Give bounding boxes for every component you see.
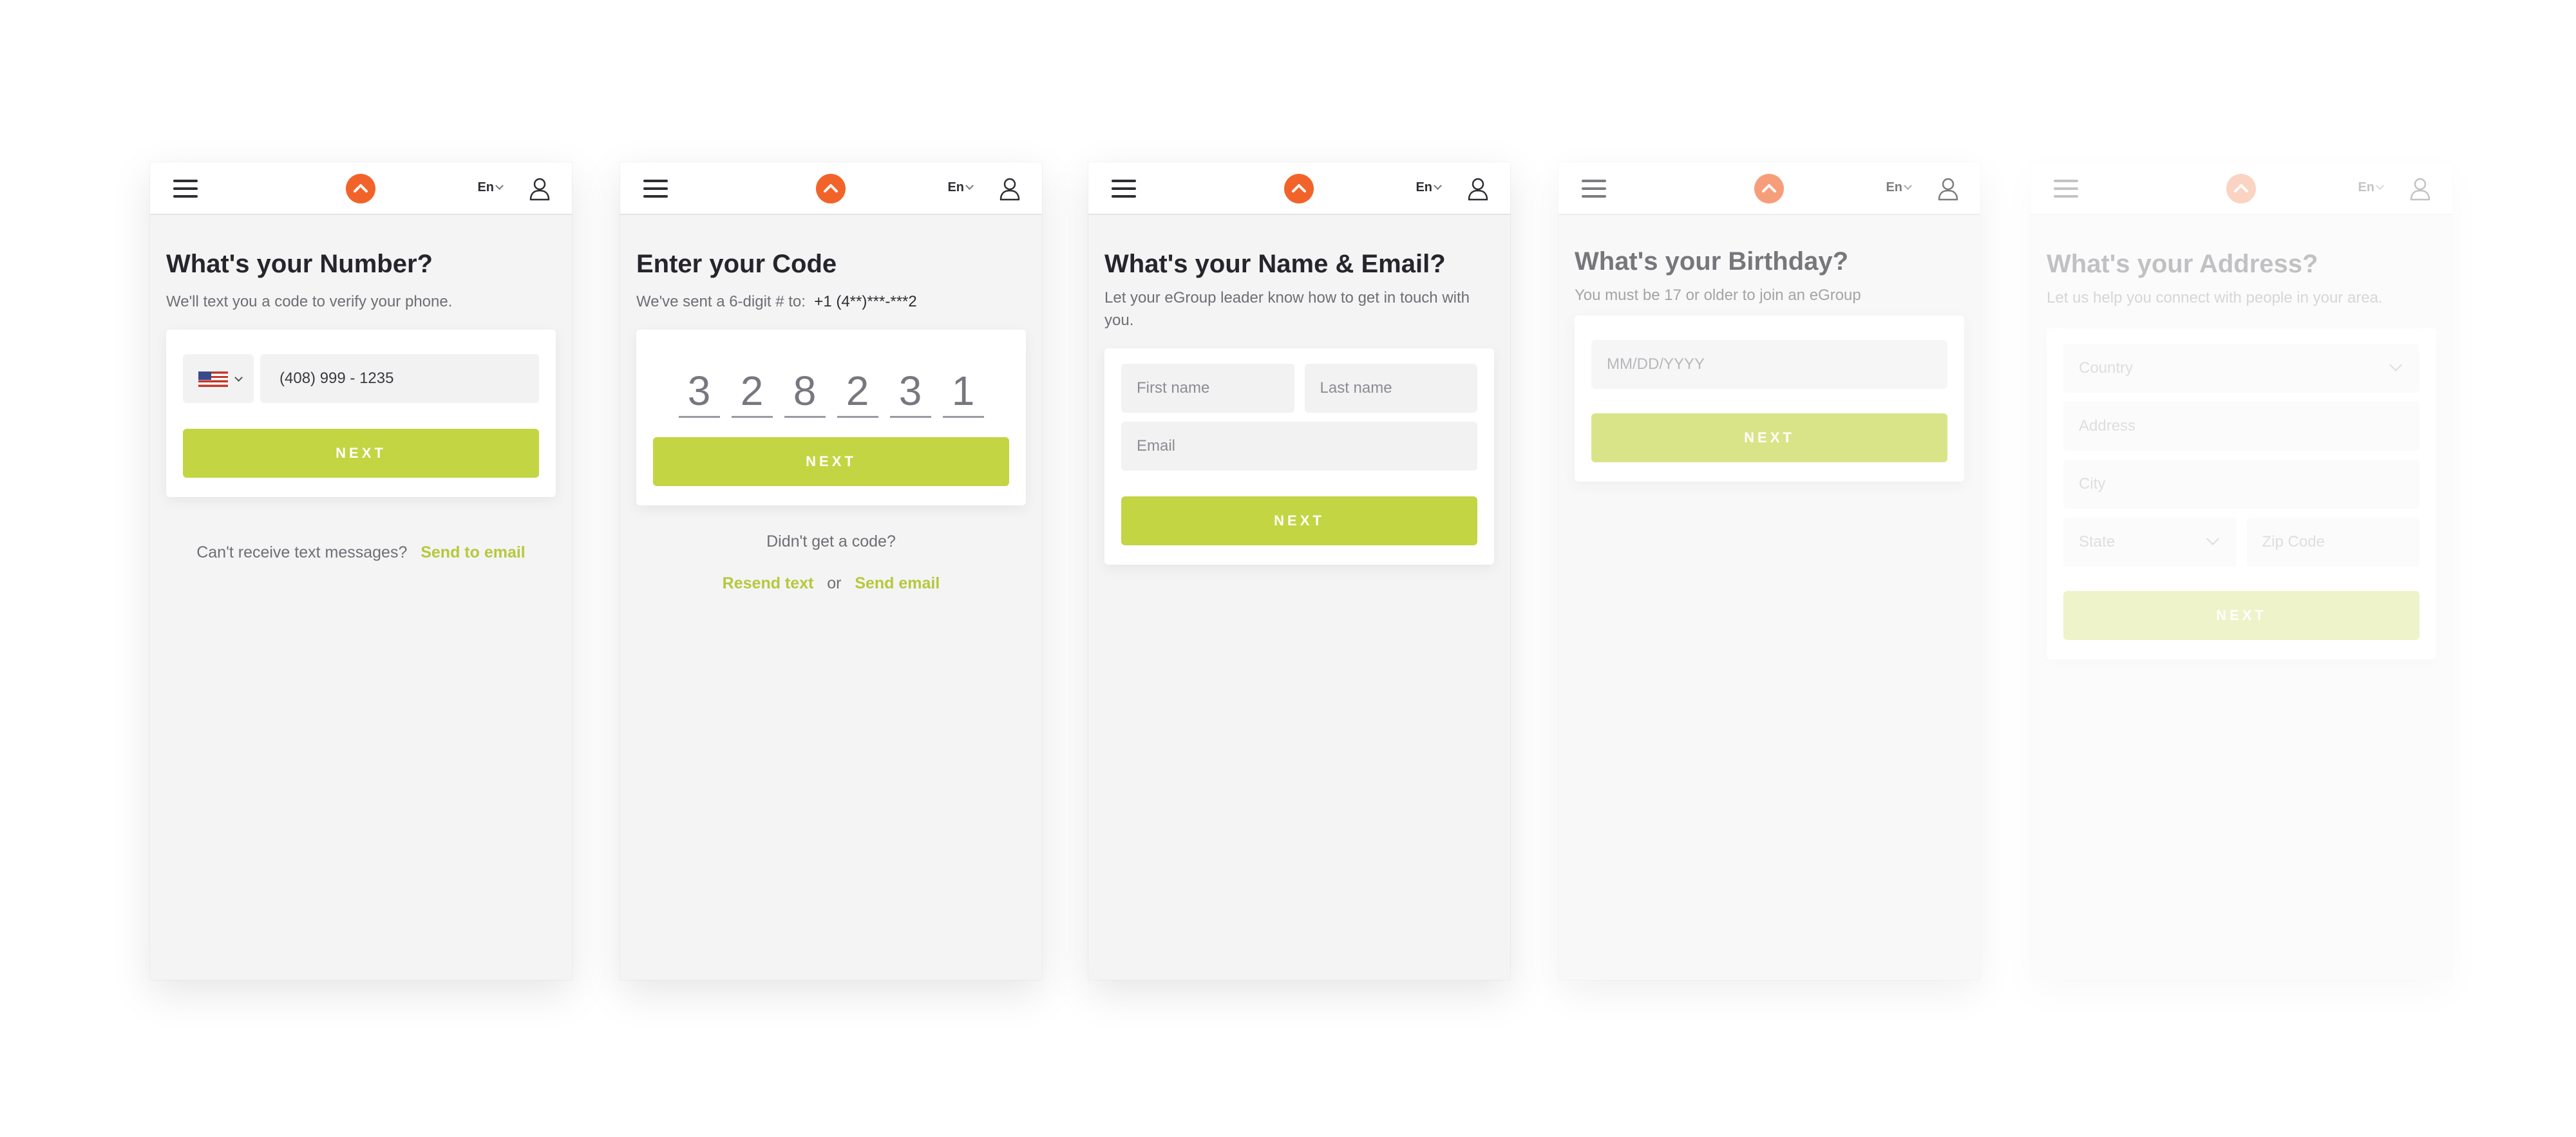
page-title: What's your Number?: [166, 250, 433, 278]
next-button[interactable]: NEXT: [653, 437, 1009, 486]
send-to-email-link[interactable]: Send to email: [421, 543, 526, 561]
screen-phone-number: En What's your Number? We'll text you a …: [150, 162, 572, 980]
language-label: En: [1416, 180, 1432, 194]
form-card: 3 2 8 2 3 1 NEXT: [636, 330, 1026, 505]
hamburger-icon[interactable]: [1112, 180, 1136, 198]
page-subtitle: We've sent a 6-digit # to: +1 (4**)***-*…: [636, 290, 1026, 313]
chevron-down-icon: [495, 182, 504, 190]
footer-actions: Resend text or Send email: [636, 574, 1026, 593]
language-selector[interactable]: En: [1416, 180, 1442, 195]
code-digit[interactable]: 2: [731, 367, 773, 418]
page-subtitle: You must be 17 or older to join an eGrou…: [1575, 287, 1861, 304]
language-label: En: [947, 180, 964, 194]
hamburger-icon[interactable]: [1582, 180, 1606, 198]
top-bar: En: [2031, 162, 2452, 215]
page-title: Enter your Code: [636, 250, 837, 278]
first-name-input[interactable]: First name: [1121, 364, 1294, 413]
logo-icon[interactable]: [1754, 174, 1784, 203]
next-button[interactable]: NEXT: [1591, 413, 1947, 462]
language-label: En: [477, 180, 494, 194]
language-label: En: [1886, 180, 1902, 194]
code-digit[interactable]: 2: [837, 367, 878, 418]
code-digit[interactable]: 8: [784, 367, 826, 418]
chevron-down-icon: [2389, 359, 2402, 371]
city-input[interactable]: City: [2063, 460, 2420, 509]
footer-text: Can't receive text messages?: [196, 543, 408, 561]
next-button[interactable]: NEXT: [1121, 496, 1477, 545]
page-title: What's your Address?: [2047, 250, 2318, 278]
country-code-select[interactable]: [183, 354, 254, 403]
form-card: Country Address City State Zip Code NEXT: [2047, 328, 2436, 659]
address-input[interactable]: Address: [2063, 402, 2420, 451]
form-card: First name Last name Email NEXT: [1104, 348, 1494, 565]
language-selector[interactable]: En: [477, 180, 504, 195]
top-bar: En: [150, 162, 572, 215]
page-title: What's your Name & Email?: [1104, 250, 1446, 278]
top-bar: En: [620, 162, 1042, 215]
chevron-down-icon: [965, 182, 974, 190]
page-subtitle: Let us help you connect with people in y…: [2047, 289, 2383, 306]
screen-birthday: En What's your Birthday? You must be 17 …: [1558, 162, 1980, 980]
hamburger-icon[interactable]: [173, 180, 198, 198]
zip-code-input[interactable]: Zip Code: [2246, 518, 2420, 567]
footer-text: Didn't get a code?: [766, 532, 896, 550]
birthday-input[interactable]: MM/DD/YYYY: [1591, 340, 1947, 389]
phone-input[interactable]: (408) 999 - 1235: [260, 354, 539, 403]
top-bar: En: [1088, 162, 1510, 215]
email-input[interactable]: Email: [1121, 422, 1477, 471]
user-icon[interactable]: [1937, 176, 1960, 201]
country-select[interactable]: Country: [2063, 344, 2420, 393]
state-label: State: [2079, 533, 2116, 550]
or-label: or: [827, 574, 842, 592]
user-icon[interactable]: [998, 176, 1021, 201]
top-bar: En: [1558, 162, 1980, 215]
form-card: MM/DD/YYYY NEXT: [1575, 315, 1964, 482]
page-subtitle: Let your eGroup leader know how to get i…: [1104, 289, 1470, 329]
logo-icon[interactable]: [345, 174, 375, 203]
user-icon[interactable]: [528, 176, 551, 201]
next-button[interactable]: NEXT: [183, 429, 539, 478]
language-selector[interactable]: En: [2358, 180, 2384, 195]
page-title: What's your Birthday?: [1575, 247, 1849, 276]
country-label: Country: [2079, 359, 2134, 377]
chevron-down-icon: [1904, 182, 1912, 190]
chevron-down-icon: [2376, 182, 2384, 190]
state-select[interactable]: State: [2063, 518, 2237, 567]
subtitle-text: We've sent a 6-digit # to:: [636, 293, 806, 310]
code-digit[interactable]: 3: [889, 367, 931, 418]
form-card: (408) 999 - 1235 NEXT: [166, 330, 556, 497]
language-label: En: [2358, 180, 2374, 194]
footer-help: Can't receive text messages? Send to ema…: [166, 543, 556, 562]
chevron-down-icon: [1434, 182, 1442, 190]
chevron-down-icon: [2206, 532, 2219, 545]
send-email-link[interactable]: Send email: [855, 574, 940, 592]
chevron-down-icon: [234, 373, 243, 382]
masked-phone-number: +1 (4**)***-***2: [814, 293, 917, 310]
language-selector[interactable]: En: [1886, 180, 1912, 195]
user-icon[interactable]: [2409, 176, 2432, 201]
logo-icon[interactable]: [1283, 174, 1314, 203]
page-subtitle: We'll text you a code to verify your pho…: [166, 293, 453, 310]
screen-address: En What's your Address? Let us help you …: [2031, 162, 2452, 980]
screen-name-email: En What's your Name & Email? Let your eG…: [1088, 162, 1510, 980]
logo-icon[interactable]: [2226, 174, 2256, 203]
last-name-input[interactable]: Last name: [1304, 364, 1477, 413]
user-icon[interactable]: [1466, 176, 1490, 201]
logo-icon[interactable]: [815, 174, 846, 203]
hamburger-icon[interactable]: [2054, 180, 2078, 198]
code-digit[interactable]: 3: [678, 367, 720, 418]
screen-enter-code: En Enter your Code We've sent a 6-digit …: [620, 162, 1042, 980]
hamburger-icon[interactable]: [643, 180, 668, 198]
next-button[interactable]: NEXT: [2063, 591, 2420, 640]
code-digit[interactable]: 1: [942, 367, 984, 418]
resend-text-link[interactable]: Resend text: [723, 574, 814, 592]
language-selector[interactable]: En: [947, 180, 974, 195]
code-input[interactable]: 3 2 8 2 3 1: [653, 343, 1009, 437]
us-flag-icon: [198, 371, 228, 387]
